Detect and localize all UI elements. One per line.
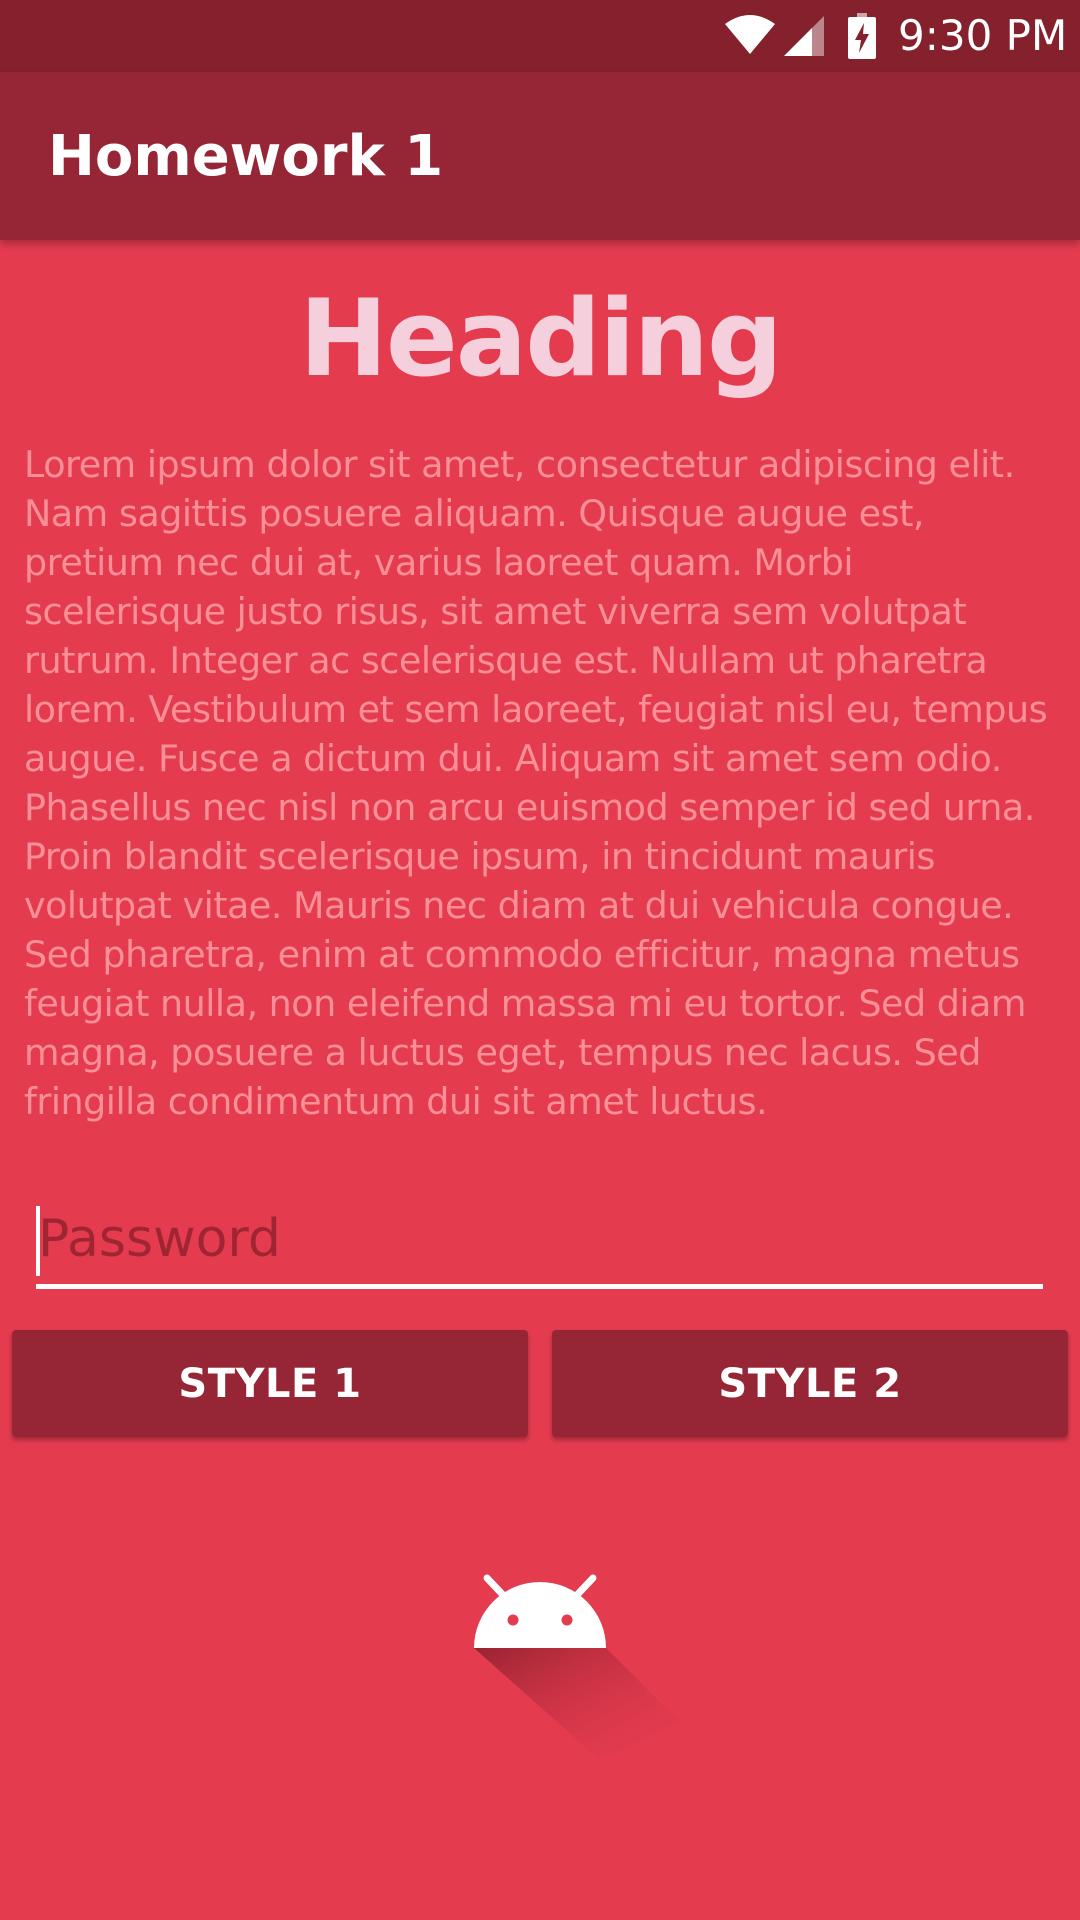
battery-charging-icon [848, 13, 876, 59]
app-bar: Homework 1 [0, 72, 1080, 240]
status-time: 9:30 PM [898, 11, 1068, 60]
wifi-icon [725, 15, 775, 54]
password-underline [36, 1284, 1043, 1289]
android-icon [474, 1574, 680, 1760]
body-paragraph: Lorem ipsum dolor sit amet, consectetur … [24, 443, 1048, 1123]
password-input[interactable] [36, 1196, 1045, 1282]
style-1-button[interactable]: STYLE 1 [12, 1330, 528, 1437]
cell-signal-icon [784, 16, 824, 56]
text-cursor [36, 1206, 40, 1276]
password-field-container [36, 1196, 1045, 1290]
style-2-button[interactable]: STYLE 2 [552, 1330, 1068, 1437]
status-bar: 9:30 PM [0, 0, 1080, 72]
app-title: Homework 1 [48, 124, 444, 189]
page-heading: Heading [299, 277, 783, 400]
